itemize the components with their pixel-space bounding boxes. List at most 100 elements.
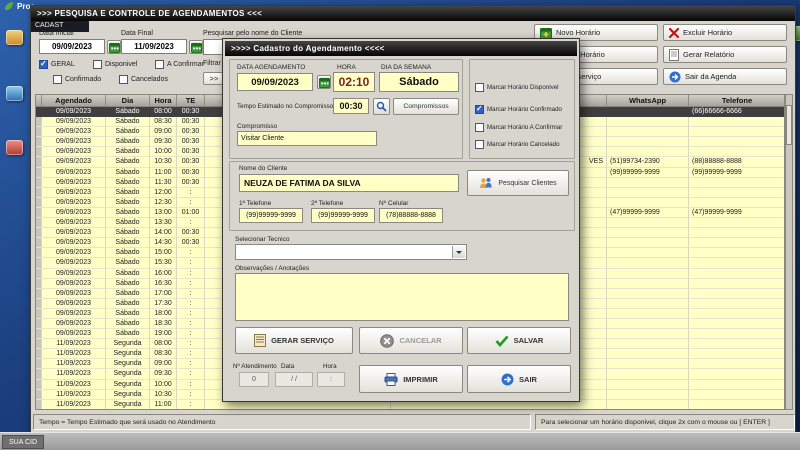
checkbox-box (53, 75, 62, 84)
tecnico-select[interactable] (235, 244, 467, 260)
chevron-down-icon[interactable] (452, 246, 465, 258)
observacoes-label: Observações / Anotações (235, 265, 310, 272)
hora-cell: 11:00 (150, 167, 177, 178)
cancelar-button[interactable]: CANCELAR (359, 327, 463, 354)
nome-cliente-label: Nome do Cliente (239, 165, 288, 172)
sair-button[interactable]: SAIR (467, 365, 571, 393)
tel1-field[interactable]: (99)99999-9999 (239, 208, 303, 223)
data-final-field[interactable]: 11/09/2023 (121, 39, 187, 54)
column-header[interactable]: TE (177, 95, 205, 106)
status-left: Tempo = Tempo Estimado que será usado no… (33, 414, 531, 430)
checkbox-confirmado[interactable]: Confirmado (53, 75, 101, 84)
window-titlebar[interactable]: >>> PESQUISA E CONTROLE DE AGENDAMENTOS … (31, 6, 795, 21)
checkbox-marcar-a-confirmar[interactable]: Marcar Horário A Confirmar (475, 123, 562, 132)
whatsapp-cell (607, 288, 689, 299)
gerar-relatorio-button[interactable]: Gerar Relatório (663, 46, 787, 63)
agendado-cell: 09/09/2023 (42, 157, 106, 168)
hora-cell: 19:00 (150, 329, 177, 340)
compromisso-field[interactable]: Visitar Cliente (237, 131, 377, 146)
hora-field[interactable]: 02:10 (333, 72, 375, 92)
checkbox-disponivel[interactable]: Disponivel (93, 60, 137, 69)
checkbox-marcar-disponivel[interactable]: Marcar Horário Disponivel (475, 83, 559, 92)
dia-cell: Sábado (106, 137, 150, 148)
te-cell: : (177, 399, 205, 409)
te-cell: : (177, 298, 205, 309)
buscar-compromisso-button[interactable] (373, 98, 390, 115)
checkbox-box (93, 60, 102, 69)
hora-cell: 17:30 (150, 298, 177, 309)
telefone-cell (689, 319, 784, 330)
nome-cliente-field[interactable]: NEUZA DE FATIMA DA SILVA (239, 174, 459, 192)
checkbox-cancelados[interactable]: Cancelados (119, 75, 168, 84)
calendar-button[interactable] (189, 40, 203, 54)
te-cell: : (177, 187, 205, 198)
dia-cell: Segunda (106, 389, 150, 400)
imprimir-button[interactable]: IMPRIMIR (359, 365, 463, 393)
column-header[interactable]: Agendado (42, 95, 106, 106)
calendar-button[interactable] (317, 75, 331, 89)
hora-cell: 09:00 (150, 359, 177, 370)
agendado-cell: 09/09/2023 (42, 207, 106, 219)
checkbox-geral[interactable]: GERAL (39, 59, 75, 69)
checkbox-marcar-confirmado[interactable]: Marcar Horário Confirmado (475, 104, 562, 114)
te-cell: : (177, 329, 205, 340)
calendar-button[interactable] (107, 40, 121, 54)
modal-titlebar[interactable]: >>>> Cadastro do Agendamento <<<< (225, 41, 577, 56)
scrollbar-thumb[interactable] (786, 105, 792, 145)
checkbox-a-confirmar[interactable]: A Confirmar (155, 60, 204, 69)
sair-agenda-button[interactable]: Sair da Agenda (663, 68, 787, 85)
whatsapp-cell (607, 359, 689, 370)
dia-cell: Segunda (106, 369, 150, 380)
te-cell: : (177, 248, 205, 259)
telefone-cell (689, 359, 784, 370)
desktop-icon[interactable] (6, 86, 23, 101)
telefone-cell: (66)66666-6666 (689, 107, 784, 118)
atendimento-field: 0 (239, 372, 269, 387)
data-inicial-field[interactable]: 09/09/2023 (39, 39, 105, 54)
checkbox-marcar-cancelado[interactable]: Marcar Horário Cancelado (475, 140, 560, 149)
te-cell: : (177, 389, 205, 400)
desktop-icon[interactable] (6, 140, 23, 155)
agendado-cell: 09/09/2023 (42, 167, 106, 178)
whatsapp-cell (607, 127, 689, 138)
telefone-cell (689, 279, 784, 289)
dia-semana-field: Sábado (379, 72, 459, 92)
telefone-cell (689, 349, 784, 360)
checkbox-label: A Confirmar (167, 61, 204, 68)
te-cell: : (177, 379, 205, 390)
column-header[interactable]: Dia (106, 95, 150, 106)
tel2-field[interactable]: (99)99999-9999 (311, 208, 375, 223)
celular-field[interactable]: (78)88888-8888 (379, 208, 443, 223)
telefone-cell: (47)99999-9999 (689, 208, 784, 219)
dia-cell: Sábado (106, 127, 150, 138)
te-cell: 00:30 (177, 147, 205, 158)
whatsapp-cell (607, 197, 689, 208)
desktop-icon[interactable] (6, 30, 23, 45)
whatsapp-cell (607, 228, 689, 239)
telefone-cell (689, 258, 784, 269)
te-cell: : (177, 258, 205, 269)
whatsapp-cell (607, 107, 689, 118)
hora-cell: 13:30 (150, 218, 177, 229)
excluir-horario-button[interactable]: Excluir Horário (663, 24, 787, 41)
column-header[interactable]: WhatsApp (607, 95, 689, 106)
column-header[interactable]: Telefone (689, 95, 786, 106)
telefone-cell: (99)99999-9999 (689, 168, 784, 178)
gerar-servico-modal-button[interactable]: GERAR SERVIÇO (235, 327, 353, 354)
compromissos-button[interactable]: Compromissos (393, 98, 459, 115)
hora-small-field: : (317, 372, 345, 387)
column-header[interactable]: Hora (150, 95, 177, 106)
tempo-estimado-field[interactable]: 00:30 (333, 98, 369, 114)
salvar-button[interactable]: SALVAR (467, 327, 571, 354)
taskbar-button[interactable]: SUA CID (2, 435, 45, 449)
dia-cell: Sábado (106, 187, 150, 198)
te-cell: : (177, 369, 205, 380)
vertical-scrollbar[interactable] (785, 94, 793, 410)
whatsapp-cell (607, 399, 689, 409)
observacoes-textarea[interactable] (235, 273, 569, 321)
pesquisar-clientes-button[interactable]: Pesquisar Clientes (467, 170, 569, 196)
hora-cell: 10:30 (150, 157, 177, 168)
checkbox-box (155, 60, 164, 69)
data-agendamento-field[interactable]: 09/09/2023 (237, 73, 313, 91)
whatsapp-cell (607, 177, 689, 188)
